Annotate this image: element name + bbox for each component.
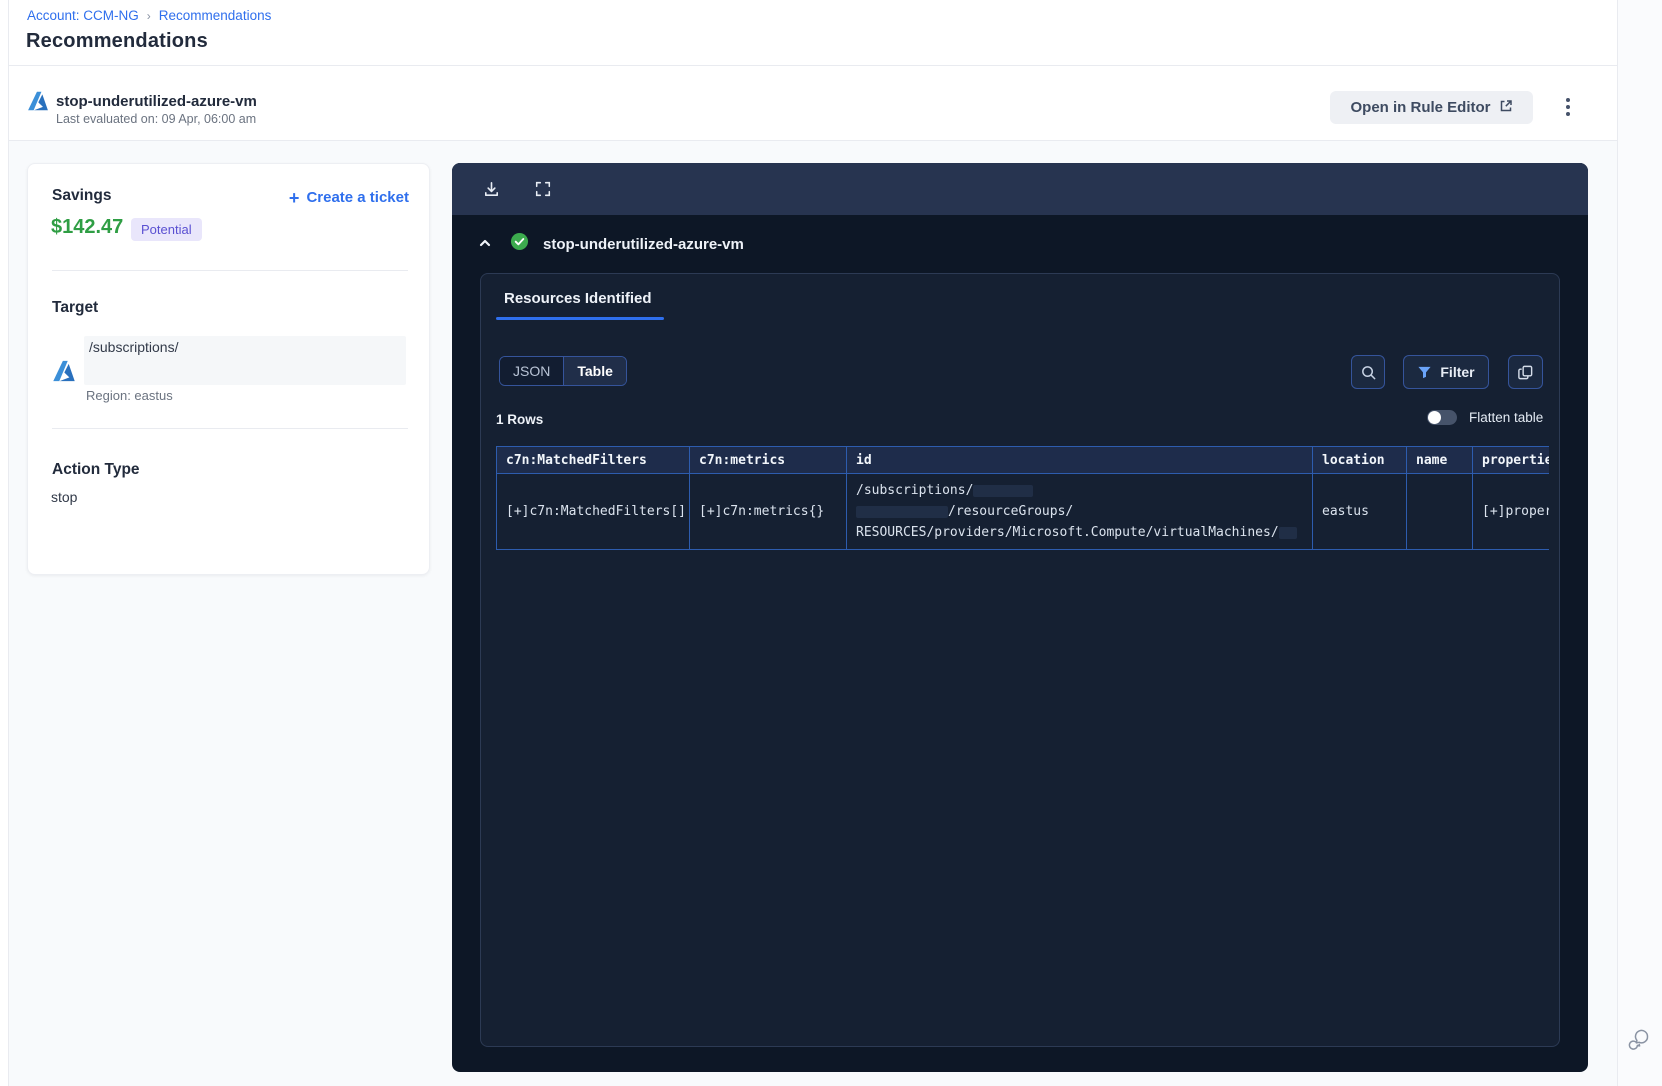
redaction-block [1278,526,1297,539]
search-button[interactable] [1351,355,1385,389]
resources-panel: stop-underutilized-azure-vm Resources Id… [452,163,1588,1072]
filter-icon [1418,366,1431,378]
redaction-block [856,505,948,518]
resources-table: c7n:MatchedFilters c7n:metrics id locati… [496,446,1549,550]
kebab-menu-button[interactable] [1555,90,1581,124]
collapse-button[interactable] [477,236,493,252]
column-header-properties: properties [1472,446,1549,474]
table-row: [+]c7n:MatchedFilters[] [+]c7n:metrics{}… [496,473,1549,550]
chat-icon [1628,1029,1649,1050]
savings-label: Savings [52,187,112,204]
savings-amount: $142.47 [51,216,124,238]
column-header-name: name [1406,446,1473,474]
cell-name [1406,473,1473,550]
cell-matched-filters-expander[interactable]: [+]c7n:MatchedFilters[] [496,473,690,550]
column-header-metrics: c7n:metrics [689,446,847,474]
rows-count: 1 Rows [496,412,544,427]
cell-location: eastus [1312,473,1407,550]
summary-card: Savings + Create a ticket $142.47 Potent… [27,163,430,575]
view-toggle-json[interactable]: JSON [500,357,564,385]
fullscreen-icon [535,181,551,197]
top-bar: Account: CCM-NG › Recommendations Recomm… [9,0,1617,66]
create-ticket-label: Create a ticket [306,189,409,206]
breadcrumb: Account: CCM-NG › Recommendations [27,8,271,23]
breadcrumb-separator-icon: › [146,8,151,23]
id-line2-text: /resourceGroups/ [948,504,1074,519]
flatten-toggle[interactable]: Flatten table [1427,410,1543,425]
rule-collapse-row: stop-underutilized-azure-vm [477,231,744,257]
cell-id-line1: /subscriptions/ [856,480,1303,501]
view-toggle-table[interactable]: Table [563,357,626,385]
tab-resources-identified[interactable]: Resources Identified [504,290,652,307]
card-divider [52,270,408,271]
open-rule-editor-button[interactable]: Open in Rule Editor [1330,91,1533,124]
cell-metrics-expander[interactable]: [+]c7n:metrics{} [689,473,847,550]
cell-id-line2: /resourceGroups/ [856,501,1303,522]
cell-id-line3: RESOURCES/providers/Microsoft.Compute/vi… [856,522,1303,543]
cell-properties-expander[interactable]: [+]properties{} [1472,473,1549,550]
rule-name: stop-underutilized-azure-vm [56,93,257,110]
table-header-row: c7n:MatchedFilters c7n:metrics id locati… [496,446,1549,474]
toggle-knob [1428,411,1441,424]
chevron-up-icon [479,239,491,247]
column-header-matched-filters: c7n:MatchedFilters [496,446,690,474]
column-header-id: id [846,446,1313,474]
cell-id: /subscriptions/ /resourceGroups/ RESOURC… [846,473,1313,550]
copy-icon [1518,365,1533,379]
target-azure-icon [51,358,77,389]
flatten-label: Flatten table [1469,410,1544,425]
resources-table-container: c7n:MatchedFilters c7n:metrics id locati… [496,446,1549,566]
card-divider-2 [52,428,408,429]
id-line3-text: RESOURCES/providers/Microsoft.Compute/vi… [856,525,1279,540]
action-type-label: Action Type [52,461,140,478]
external-link-icon [1499,99,1513,117]
panel-toolbar [452,163,1588,215]
create-ticket-link[interactable]: + Create a ticket [288,187,409,208]
rule-header: stop-underutilized-azure-vm Last evaluat… [9,67,1617,141]
target-path: /subscriptions/ [84,336,406,385]
download-icon [484,181,498,196]
filter-button[interactable]: Filter [1403,355,1489,389]
recommendations-page: Account: CCM-NG › Recommendations Recomm… [0,0,1662,1086]
toggle-pill[interactable] [1427,410,1457,425]
view-toggle: JSON Table [499,356,627,386]
redaction-block [973,484,1034,497]
potential-badge: Potential [131,218,202,241]
tab-active-underline [496,317,664,320]
column-header-location: location [1312,446,1407,474]
breadcrumb-current-link[interactable]: Recommendations [159,8,272,23]
plus-icon: + [288,187,300,208]
rule-last-evaluated: Last evaluated on: 09 Apr, 06:00 am [56,112,257,126]
id-line1-text: /subscriptions/ [856,483,974,498]
target-region: Region: eastus [86,388,173,403]
action-type-value: stop [51,489,78,505]
page-title: Recommendations [26,30,208,52]
resources-card: Resources Identified JSON Table Filter 1… [480,273,1560,1047]
search-icon [1361,365,1375,379]
download-button[interactable] [480,178,502,200]
fullscreen-button[interactable] [532,178,554,200]
success-check-icon [510,232,529,256]
target-path-text: /subscriptions/ [89,339,179,355]
right-rail [1617,0,1662,1086]
chat-button[interactable] [1627,1026,1655,1054]
target-label: Target [52,299,99,316]
panel-rule-name: stop-underutilized-azure-vm [543,235,744,253]
copy-button[interactable] [1508,355,1543,389]
breadcrumb-account-link[interactable]: Account: CCM-NG [27,8,139,23]
filter-label: Filter [1440,364,1475,380]
open-rule-editor-label: Open in Rule Editor [1350,99,1491,116]
azure-icon [26,89,50,118]
